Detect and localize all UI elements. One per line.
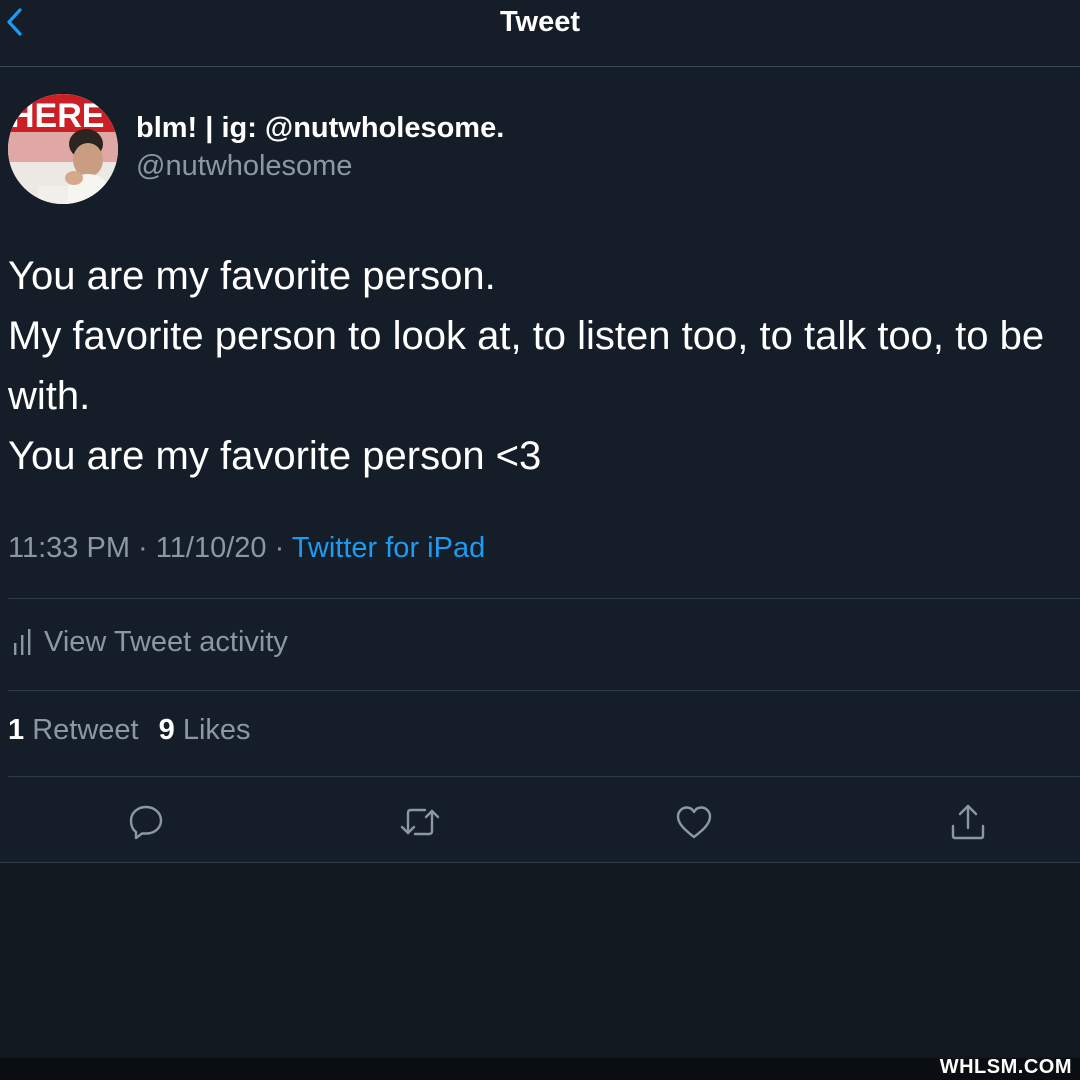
reply-icon	[129, 805, 163, 840]
share-button[interactable]	[946, 800, 990, 844]
divider	[8, 776, 1080, 777]
tweet-detail-screen: Tweet HERE blm! | ig: @nutwholesome. @nu…	[0, 0, 1080, 1080]
likes-count-link[interactable]: 9 Likes	[159, 714, 251, 746]
tweet-line: with.	[8, 374, 91, 418]
tweet-panel: Tweet HERE blm! | ig: @nutwholesome. @nu…	[0, 0, 1080, 863]
avatar[interactable]: HERE	[8, 94, 118, 204]
meta-separator: ·	[274, 532, 285, 564]
retweet-button[interactable]	[398, 800, 442, 844]
tweet-time: 11:33 PM	[8, 532, 130, 564]
divider	[8, 690, 1080, 691]
share-icon	[951, 804, 985, 840]
display-name[interactable]: blm! | ig: @nutwholesome.	[136, 112, 504, 145]
likes-count: 9	[158, 714, 175, 746]
bar-chart-icon	[14, 629, 31, 655]
retweets-label: Retweet	[32, 714, 139, 746]
tweet-line: You are my favorite person <3	[8, 434, 542, 478]
tweet-date: 11/10/20	[155, 532, 267, 564]
avatar-sign-text: HERE	[10, 97, 104, 135]
avatar-image: HERE	[8, 94, 118, 204]
tweet-line: You are my favorite person.	[8, 254, 496, 298]
likes-label: Likes	[182, 714, 251, 746]
retweets-count-link[interactable]: 1 Retweet	[8, 714, 139, 746]
retweet-icon	[400, 808, 440, 836]
page-title: Tweet	[499, 6, 581, 38]
tweet-text: You are my favorite person. My favorite …	[8, 246, 1076, 486]
activity-label: View Tweet activity	[44, 625, 288, 658]
tweet-line: My favorite person to look at, to listen…	[8, 314, 1045, 358]
watermark: WHLSM.COM	[939, 1056, 1072, 1078]
tweet-meta: 11:33 PM · 11/10/20 · Twitter for iPad	[8, 532, 485, 565]
nav-bar: Tweet	[0, 0, 1080, 67]
retweets-count: 1	[8, 714, 25, 746]
watermark-bar	[0, 1058, 1080, 1080]
view-tweet-activity-button[interactable]: View Tweet activity	[8, 620, 288, 664]
heart-icon	[676, 806, 712, 839]
meta-separator: ·	[138, 532, 148, 564]
tweet-source-link[interactable]: Twitter for iPad	[292, 532, 485, 564]
reply-button[interactable]	[124, 800, 168, 844]
divider	[8, 598, 1080, 599]
like-button[interactable]	[672, 800, 716, 844]
tweet-stats: 1 Retweet 9 Likes	[8, 714, 263, 747]
user-handle[interactable]: @nutwholesome	[136, 150, 352, 183]
